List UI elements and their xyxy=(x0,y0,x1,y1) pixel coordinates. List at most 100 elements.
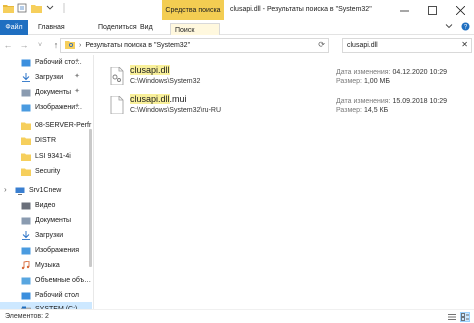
pin-icon: ✦ xyxy=(74,58,80,65)
sidebar-item[interactable]: Рабочий стол xyxy=(0,288,92,303)
tab-view[interactable]: Вид xyxy=(140,20,153,35)
pin-icon: ✦ xyxy=(74,103,80,110)
ribbon-tabs: Файл Главная Поделиться Вид Поиск ? xyxy=(0,20,474,38)
sidebar-item-label: Видео xyxy=(35,202,56,209)
sidebar-item-label: Загрузки xyxy=(35,74,64,81)
sidebar-item[interactable]: Рабочий сто… ✦ xyxy=(0,55,92,70)
sidebar-item-label: Музыка xyxy=(35,262,60,269)
sidebar-item[interactable]: SYSTEM (C:) xyxy=(0,302,92,309)
file-name-rest: .mui xyxy=(169,94,187,104)
folder-yellow-icon xyxy=(20,136,31,146)
sidebar-item[interactable]: Srv1Cnew › xyxy=(0,183,92,198)
folder-yellow-icon xyxy=(20,121,31,131)
properties-icon[interactable] xyxy=(16,2,28,14)
scrollbar-thumb[interactable] xyxy=(89,129,92,267)
explorer-window: Средства поиска clusapi.dll - Результаты… xyxy=(0,0,474,323)
sidebar-item[interactable]: Security xyxy=(0,164,92,179)
forward-arrow-icon[interactable]: → xyxy=(18,38,30,52)
address-row: ← → ˅ ↑ › Результаты поиска в "System32"… xyxy=(0,35,474,55)
sidebar-item-label: Srv1Cnew xyxy=(29,187,62,194)
sidebar-item[interactable]: Загрузки xyxy=(0,228,92,243)
sidebar-item[interactable]: Документы ✦ xyxy=(0,85,92,100)
expand-chevron-icon[interactable]: › xyxy=(4,185,7,194)
documents-icon xyxy=(20,88,31,98)
search-input[interactable]: clusapi.dll xyxy=(347,42,378,49)
sidebar-item[interactable]: Видео xyxy=(0,198,92,213)
search-box[interactable]: clusapi.dll ✕ xyxy=(342,38,472,53)
close-button[interactable] xyxy=(446,0,474,20)
chevron-down-icon[interactable] xyxy=(445,22,453,33)
pictures-icon xyxy=(20,103,31,113)
item-count: Элементов: 2 xyxy=(5,313,49,320)
back-arrow-icon[interactable]: ← xyxy=(2,38,14,52)
search-highlight: clusapi.dll xyxy=(130,94,170,104)
context-tab-search-tools: Средства поиска xyxy=(162,0,224,20)
sidebar-item-label: Загрузки xyxy=(35,232,64,239)
tab-home[interactable]: Главная xyxy=(38,20,65,35)
clear-search-icon[interactable]: ✕ xyxy=(461,40,468,49)
date-modified: Дата изменения: 04.12.2020 10:29 xyxy=(336,69,447,76)
sidebar-item-label: Security xyxy=(35,168,61,175)
content-view-icon[interactable] xyxy=(460,312,470,322)
sidebar-item[interactable]: Музыка xyxy=(0,258,92,273)
computer-icon xyxy=(14,186,25,196)
new-folder-icon[interactable] xyxy=(30,2,42,14)
sidebar-item[interactable]: Документы xyxy=(0,213,92,228)
navigation-buttons: ← → ˅ ↑ xyxy=(2,38,62,52)
help-icon[interactable]: ? xyxy=(461,22,470,33)
search-results: clusapi.dll C:\Windows\System32 Дата изм… xyxy=(96,55,474,309)
view-switcher xyxy=(447,312,470,322)
sidebar-scrollbar[interactable] xyxy=(88,55,93,309)
file-path: C:\Windows\System32 xyxy=(130,78,201,85)
chevron-down-icon[interactable]: ˅ xyxy=(34,38,46,52)
folder-icon[interactable] xyxy=(2,2,14,14)
ribbon-controls: ? xyxy=(445,22,470,33)
sidebar-item-label: Документы xyxy=(35,89,72,96)
sidebar-item[interactable]: Изображения xyxy=(0,243,92,258)
tab-share[interactable]: Поделиться xyxy=(98,20,137,35)
sidebar-item-label: Объемные объ… xyxy=(35,277,92,284)
chevron-down-icon[interactable] xyxy=(44,2,56,14)
sidebar-item[interactable]: Загрузки ✦ xyxy=(0,70,92,85)
download-icon xyxy=(20,231,31,241)
maximize-button[interactable] xyxy=(418,0,446,20)
sidebar-item-label: LSI 9341-4i xyxy=(35,153,71,160)
music-icon xyxy=(20,261,31,271)
minimize-button[interactable] xyxy=(390,0,418,20)
search-highlight: clusapi.dll xyxy=(130,65,170,75)
3d-objects-icon xyxy=(20,276,31,286)
file-size: Размер: 1,00 МБ xyxy=(336,78,390,85)
pin-icon: ✦ xyxy=(74,88,80,95)
sidebar-item-label: Изображения xyxy=(35,247,79,254)
file-name[interactable]: clusapi.dll xyxy=(130,65,170,75)
desktop-blue-icon xyxy=(20,58,31,68)
sidebar-item[interactable]: DISTR xyxy=(0,133,92,148)
refresh-icon[interactable]: ⟳ xyxy=(318,40,325,49)
sidebar-item-label: Рабочий стол xyxy=(35,292,79,299)
address-path: Результаты поиска в "System32" xyxy=(85,42,191,49)
sidebar-item-label: 08-SERVER-Perfr xyxy=(35,122,92,129)
address-bar[interactable]: › Результаты поиска в "System32" ⟳ xyxy=(60,38,329,53)
result-row[interactable]: clusapi.dll.mui C:\Windows\System32\ru-R… xyxy=(110,92,470,122)
details-view-icon[interactable] xyxy=(447,312,457,322)
file-path: C:\Windows\System32\ru-RU xyxy=(130,107,222,114)
quick-access-toolbar xyxy=(2,2,70,14)
window-title: clusapi.dll - Результаты поиска в "Syste… xyxy=(230,6,372,13)
dll-file-icon xyxy=(110,66,124,86)
pictures-icon xyxy=(20,246,31,256)
tab-file[interactable]: Файл xyxy=(0,20,28,35)
sidebar-item[interactable]: Изображени… ✦ xyxy=(0,100,92,115)
sidebar-item-label: DISTR xyxy=(35,137,56,144)
sidebar-item[interactable]: LSI 9341-4i xyxy=(0,149,92,164)
folder-yellow-icon xyxy=(20,167,31,177)
file-size: Размер: 14,5 КБ xyxy=(336,107,389,114)
title-bar: Средства поиска clusapi.dll - Результаты… xyxy=(0,0,474,20)
file-name[interactable]: clusapi.dll.mui xyxy=(130,94,187,104)
result-row[interactable]: clusapi.dll C:\Windows\System32 Дата изм… xyxy=(110,63,470,93)
download-icon xyxy=(20,73,31,83)
mui-file-icon xyxy=(110,95,124,115)
date-modified: Дата изменения: 15.09.2018 10:29 xyxy=(336,98,447,105)
sidebar-item[interactable]: 08-SERVER-Perfr xyxy=(0,118,92,133)
breadcrumb-chevron-icon[interactable]: › xyxy=(79,42,81,49)
sidebar-item[interactable]: Объемные объ… xyxy=(0,273,92,288)
